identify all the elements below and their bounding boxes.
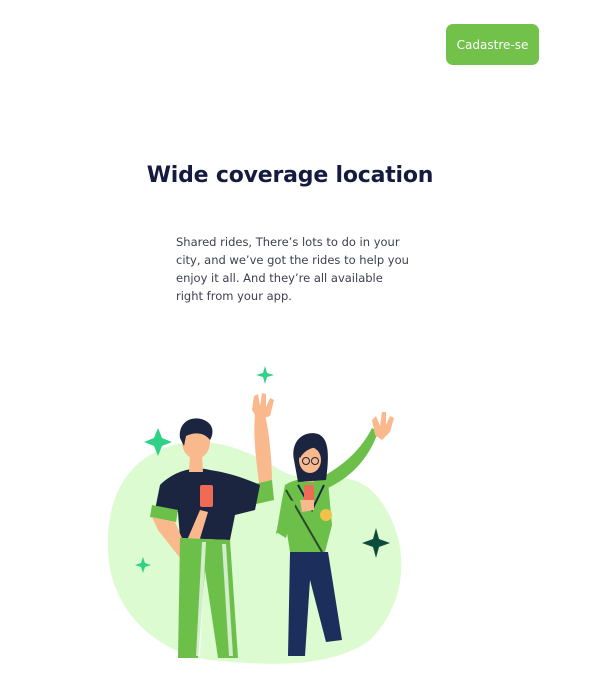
sparkle-icon-top: [256, 366, 274, 384]
hero-illustration: [107, 366, 402, 664]
hero-description: Shared rides, There’s lots to do in your…: [176, 235, 409, 303]
signup-button[interactable]: Cadastre-se: [446, 24, 539, 65]
background-blob: [107, 441, 402, 664]
page-title: Wide coverage location: [146, 163, 434, 188]
